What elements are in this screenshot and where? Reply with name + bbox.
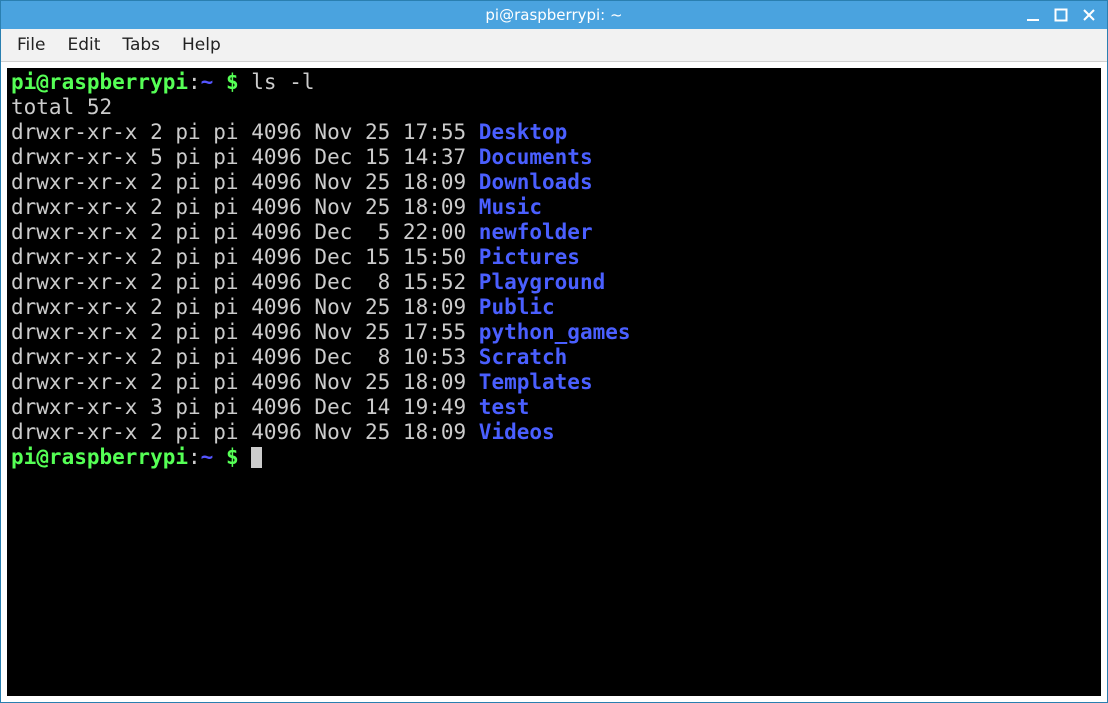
listing-name: Downloads [479,170,593,194]
listing-row: drwxr-xr-x 2 pi pi 4096 Nov 25 17:55 Des… [11,120,1097,145]
listing-row: drwxr-xr-x 2 pi pi 4096 Dec 15 15:50 Pic… [11,245,1097,270]
total-line: total 52 [11,95,1097,120]
listing-name: newfolder [479,220,593,244]
listing-meta: drwxr-xr-x 2 pi pi 4096 Dec 8 10:53 [11,345,479,369]
prompt-colon: : [188,70,201,94]
listing-name: Scratch [479,345,568,369]
prompt-path: ~ [201,445,214,469]
listing-row: drwxr-xr-x 2 pi pi 4096 Dec 8 15:52 Play… [11,270,1097,295]
listing-meta: drwxr-xr-x 3 pi pi 4096 Dec 14 19:49 [11,395,479,419]
prompt-userhost: pi@raspberrypi [11,445,188,469]
listing-row: drwxr-xr-x 3 pi pi 4096 Dec 14 19:49 tes… [11,395,1097,420]
prompt-dollar: $ [213,445,251,469]
terminal-window: pi@raspberrypi: ~ File Edit Tabs Help pi… [0,0,1108,703]
listing-row: drwxr-xr-x 2 pi pi 4096 Nov 25 18:09 Pub… [11,295,1097,320]
listing-name: Templates [479,370,593,394]
window-controls [1025,7,1107,23]
listing-name: Documents [479,145,593,169]
listing-meta: drwxr-xr-x 2 pi pi 4096 Nov 25 17:55 [11,320,479,344]
listing-row: drwxr-xr-x 2 pi pi 4096 Nov 25 18:09 Vid… [11,420,1097,445]
listing-name: Desktop [479,120,568,144]
terminal[interactable]: pi@raspberrypi:~ $ ls -ltotal 52drwxr-xr… [7,68,1101,696]
prompt-colon: : [188,445,201,469]
listing-name: test [479,395,530,419]
listing-meta: drwxr-xr-x 2 pi pi 4096 Dec 15 15:50 [11,245,479,269]
maximize-icon[interactable] [1053,7,1069,23]
menu-help[interactable]: Help [172,31,231,59]
listing-name: Playground [479,270,605,294]
listing-row: drwxr-xr-x 2 pi pi 4096 Nov 25 18:09 Mus… [11,195,1097,220]
listing-row: drwxr-xr-x 2 pi pi 4096 Dec 5 22:00 newf… [11,220,1097,245]
listing-meta: drwxr-xr-x 2 pi pi 4096 Nov 25 18:09 [11,295,479,319]
listing-row: drwxr-xr-x 2 pi pi 4096 Dec 8 10:53 Scra… [11,345,1097,370]
listing-meta: drwxr-xr-x 5 pi pi 4096 Dec 15 14:37 [11,145,479,169]
minimize-icon[interactable] [1025,7,1041,23]
listing-meta: drwxr-xr-x 2 pi pi 4096 Nov 25 18:09 [11,195,479,219]
prompt-dollar: $ [213,70,251,94]
prompt-path: ~ [201,70,214,94]
listing-name: Pictures [479,245,580,269]
menubar: File Edit Tabs Help [1,29,1107,62]
menu-edit[interactable]: Edit [57,31,110,59]
close-icon[interactable] [1081,7,1097,23]
listing-meta: drwxr-xr-x 2 pi pi 4096 Nov 25 18:09 [11,170,479,194]
listing-meta: drwxr-xr-x 2 pi pi 4096 Nov 25 18:09 [11,420,479,444]
cursor-block [251,447,262,468]
command-text: ls -l [251,70,314,94]
listing-meta: drwxr-xr-x 2 pi pi 4096 Dec 5 22:00 [11,220,479,244]
listing-meta: drwxr-xr-x 2 pi pi 4096 Nov 25 17:55 [11,120,479,144]
prompt-line: pi@raspberrypi:~ $ [11,445,1097,470]
prompt-userhost: pi@raspberrypi [11,70,188,94]
titlebar[interactable]: pi@raspberrypi: ~ [1,1,1107,29]
listing-row: drwxr-xr-x 5 pi pi 4096 Dec 15 14:37 Doc… [11,145,1097,170]
listing-name: Public [479,295,555,319]
listing-name: python_games [479,320,631,344]
menu-tabs[interactable]: Tabs [112,31,170,59]
listing-meta: drwxr-xr-x 2 pi pi 4096 Nov 25 18:09 [11,370,479,394]
menu-file[interactable]: File [7,31,55,59]
listing-row: drwxr-xr-x 2 pi pi 4096 Nov 25 17:55 pyt… [11,320,1097,345]
listing-name: Videos [479,420,555,444]
listing-meta: drwxr-xr-x 2 pi pi 4096 Dec 8 15:52 [11,270,479,294]
listing-row: drwxr-xr-x 2 pi pi 4096 Nov 25 18:09 Dow… [11,170,1097,195]
command-line: pi@raspberrypi:~ $ ls -l [11,70,1097,95]
listing-row: drwxr-xr-x 2 pi pi 4096 Nov 25 18:09 Tem… [11,370,1097,395]
listing-name: Music [479,195,542,219]
window-title: pi@raspberrypi: ~ [1,6,1107,24]
terminal-container: pi@raspberrypi:~ $ ls -ltotal 52drwxr-xr… [1,62,1107,702]
